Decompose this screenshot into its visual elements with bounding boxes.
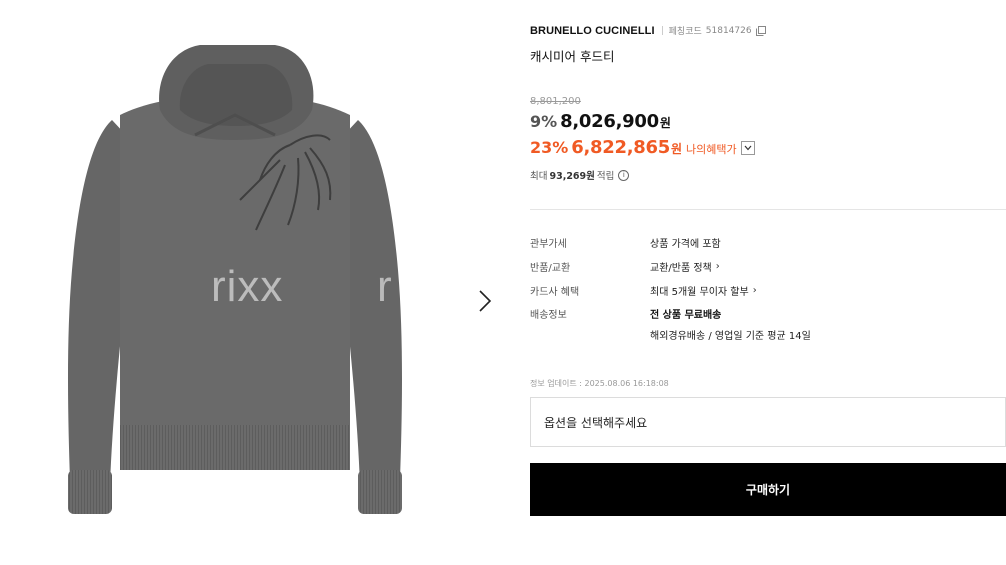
next-image-arrow-icon[interactable] [472,287,496,315]
info-icon[interactable]: i [618,169,630,181]
section-divider [530,209,1006,210]
update-timestamp: 정보 업데이트 : 2025.08.06 16:18:08 [530,379,669,388]
benefit-toggle-button[interactable] [740,140,755,155]
watermark-text: r [377,262,393,311]
product-image-gallery: rixx r [0,0,505,565]
brand-name[interactable]: BRUNELLO CUCINELLI [530,25,655,37]
spec-row-card: 카드사 혜택 최대 5개월 무이자 할부 › [530,283,1006,298]
spec-label: 배송정보 [530,310,567,321]
chevron-right-icon: › [715,261,720,272]
option-select[interactable]: 옵션을 선택해주세요 [530,397,1006,447]
spec-label: 카드사 혜택 [530,287,580,298]
card-benefit-link[interactable]: 최대 5개월 무이자 할부 › [650,283,757,298]
benefit-price-row: 23% 6,822,865 원 나의혜택가 [530,137,755,158]
spec-value: 최대 5개월 무이자 할부 [650,287,749,298]
spec-label: 반품/교환 [530,263,571,274]
original-price: 8,801,200 [530,96,581,107]
spec-row-return: 반품/교환 교환/반품 정책 › [530,259,1006,274]
watermark-text: rixx [211,262,284,311]
spec-value: 상품 가격에 포함 [650,239,721,250]
points-value: 93,269원 [549,171,595,182]
copy-icon[interactable] [755,25,766,36]
points-prefix: 최대 [530,171,548,182]
divider [661,26,663,35]
product-name: 캐시미어 후드티 [530,49,615,64]
discount-rate: 9% [530,112,558,131]
code-value: 51814726 [705,25,752,36]
spec-label: 관부가세 [530,239,567,250]
chevron-down-icon [744,145,752,150]
currency-unit: 원 [659,116,671,130]
benefit-price: 6,822,865 [571,137,670,158]
benefit-rate: 23% [530,138,569,157]
return-policy-link[interactable]: 교환/반품 정책 › [650,259,720,274]
spec-label [530,327,650,342]
spec-value: 교환/반품 정책 [650,263,712,274]
spec-row-shipping: 배송정보 전 상품 무료배송 [530,306,1006,321]
points-info: 최대 93,269원 적립 i [530,168,630,182]
brand-row: BRUNELLO CUCINELLI 페칭코드 51814726 [530,24,766,37]
code-label: 페칭코드 [668,27,702,37]
spec-value: 전 상품 무료배송 [650,310,722,321]
chevron-right-icon: › [752,285,757,296]
benefit-label[interactable]: 나의혜택가 [686,141,737,157]
spec-row-duty: 관부가세 상품 가격에 포함 [530,235,1006,250]
product-info-panel: BRUNELLO CUCINELLI 페칭코드 51814726 캐시미어 후드… [530,0,1006,565]
spec-row-shipping-detail: 해외경유배송 / 영업일 기준 평균 14일 [530,327,1006,342]
buy-button[interactable]: 구매하기 [530,463,1006,516]
points-suffix: 적립 [596,171,615,182]
sale-price-row: 9% 8,026,900 원 [530,111,671,132]
spec-value: 해외경유배송 / 영업일 기준 평균 14일 [650,331,811,342]
currency-unit: 원 [670,142,682,156]
sale-price: 8,026,900 [560,111,659,132]
